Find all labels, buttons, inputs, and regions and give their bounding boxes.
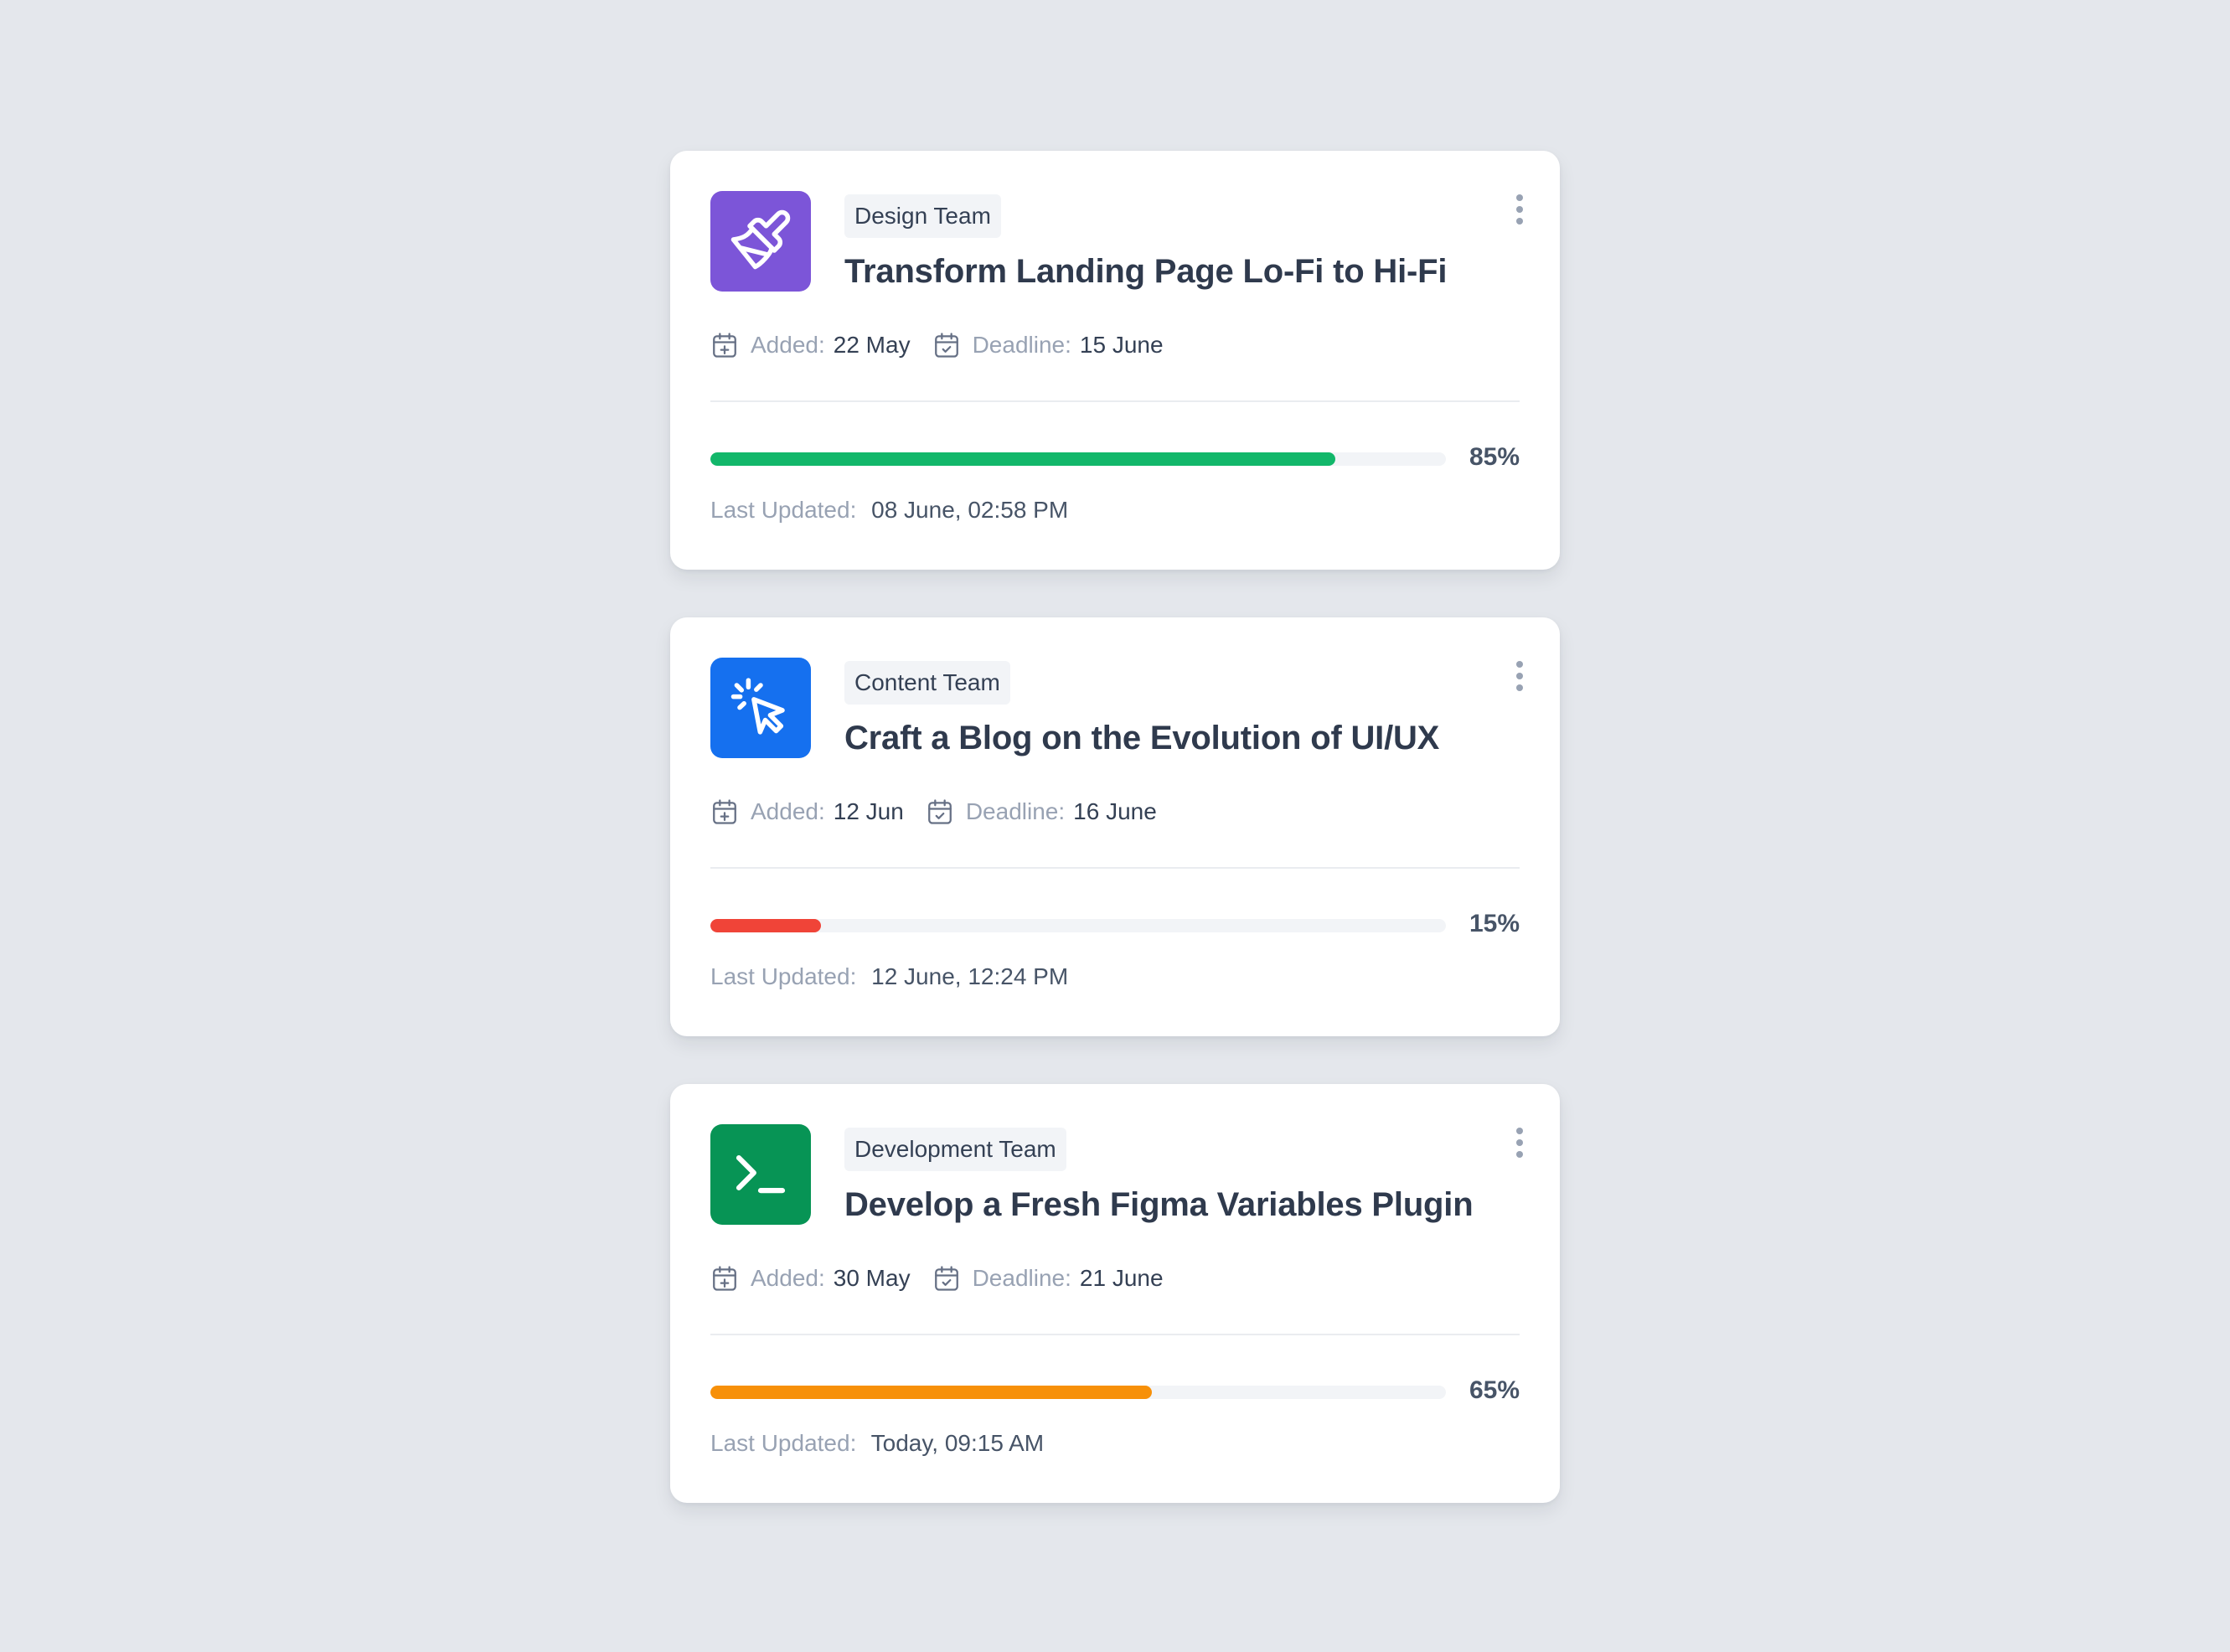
calendar-plus-icon	[710, 1264, 739, 1293]
kebab-dot	[1516, 1128, 1523, 1134]
kebab-dot	[1516, 684, 1523, 691]
deadline-date: Deadline: 15 June	[932, 331, 1164, 359]
divider	[710, 1334, 1520, 1335]
last-updated: Last Updated: Today, 09:15 AM	[710, 1430, 1044, 1457]
added-label: Added:	[751, 1265, 825, 1291]
last-updated: Last Updated: 08 June, 02:58 PM	[710, 497, 1068, 524]
progress-percent: 15%	[1469, 910, 1520, 937]
task-title[interactable]: Craft a Blog on the Evolution of UI/UX	[844, 720, 1439, 757]
progress-bar	[710, 452, 1446, 466]
deadline-value: 16 June	[1073, 798, 1157, 824]
last-updated-label: Last Updated:	[710, 497, 857, 523]
deadline-date: Deadline: 21 June	[932, 1264, 1164, 1293]
last-updated-value: Today, 09:15 AM	[870, 1430, 1045, 1456]
last-updated-value: 08 June, 02:58 PM	[871, 497, 1069, 523]
progress-fill	[710, 452, 1336, 466]
terminal-icon	[728, 1140, 793, 1210]
kebab-dot	[1516, 673, 1523, 679]
progress-percent: 65%	[1469, 1376, 1520, 1404]
more-options-button[interactable]	[1508, 188, 1531, 231]
progress-fill	[710, 919, 821, 932]
kebab-dot	[1516, 1151, 1523, 1158]
deadline-label: Deadline:	[965, 798, 1066, 824]
paintbrush-icon	[728, 207, 793, 276]
team-icon-tile	[710, 658, 811, 758]
task-card[interactable]: Development Team Develop a Fresh Figma V…	[670, 1084, 1560, 1503]
calendar-check-icon	[932, 331, 961, 359]
kebab-dot	[1516, 206, 1523, 213]
deadline-date: Deadline: 16 June	[926, 798, 1157, 826]
added-date: Added: 22 May	[710, 331, 911, 359]
deadline-label: Deadline:	[972, 332, 1071, 358]
progress-bar	[710, 919, 1446, 932]
team-icon-tile	[710, 1124, 811, 1225]
last-updated: Last Updated: 12 June, 12:24 PM	[710, 963, 1068, 990]
last-updated-label: Last Updated:	[710, 963, 857, 989]
task-card[interactable]: Design Team Transform Landing Page Lo-Fi…	[670, 151, 1560, 570]
added-value: 30 May	[833, 1265, 911, 1291]
task-card-list: Design Team Transform Landing Page Lo-Fi…	[670, 151, 1560, 1503]
kebab-dot	[1516, 661, 1523, 668]
added-value: 12 Jun	[833, 798, 904, 824]
task-card[interactable]: Content Team Craft a Blog on the Evoluti…	[670, 617, 1560, 1036]
deadline-value: 15 June	[1079, 332, 1164, 358]
deadline-label: Deadline:	[972, 1265, 1071, 1291]
deadline-value: 21 June	[1079, 1265, 1164, 1291]
kebab-dot	[1516, 1139, 1523, 1146]
divider	[710, 867, 1520, 869]
team-badge: Design Team	[844, 194, 1001, 238]
calendar-check-icon	[932, 1264, 961, 1293]
task-dates: Added: 12 Jun Deadline: 16 June	[710, 795, 1179, 829]
team-badge: Development Team	[844, 1128, 1066, 1171]
calendar-check-icon	[926, 798, 954, 826]
added-label: Added:	[751, 798, 825, 824]
added-date: Added: 30 May	[710, 1264, 911, 1293]
kebab-dot	[1516, 218, 1523, 225]
team-badge: Content Team	[844, 661, 1010, 705]
divider	[710, 400, 1520, 402]
last-updated-label: Last Updated:	[710, 1430, 857, 1456]
added-date: Added: 12 Jun	[710, 798, 904, 826]
progress-bar	[710, 1386, 1446, 1399]
added-value: 22 May	[833, 332, 911, 358]
kebab-dot	[1516, 194, 1523, 201]
team-icon-tile	[710, 191, 811, 292]
more-options-button[interactable]	[1508, 654, 1531, 698]
task-title[interactable]: Develop a Fresh Figma Variables Plugin	[844, 1186, 1474, 1224]
added-label: Added:	[751, 332, 825, 358]
calendar-plus-icon	[710, 798, 739, 826]
calendar-plus-icon	[710, 331, 739, 359]
more-options-button[interactable]	[1508, 1121, 1531, 1164]
task-dates: Added: 30 May Deadline: 21 June	[710, 1262, 1185, 1295]
progress-fill	[710, 1386, 1152, 1399]
task-title[interactable]: Transform Landing Page Lo-Fi to Hi-Fi	[844, 253, 1447, 291]
task-dates: Added: 22 May Deadline: 15 June	[710, 328, 1185, 362]
last-updated-value: 12 June, 12:24 PM	[871, 963, 1069, 989]
progress-percent: 85%	[1469, 443, 1520, 471]
cursor-click-icon	[728, 674, 793, 743]
